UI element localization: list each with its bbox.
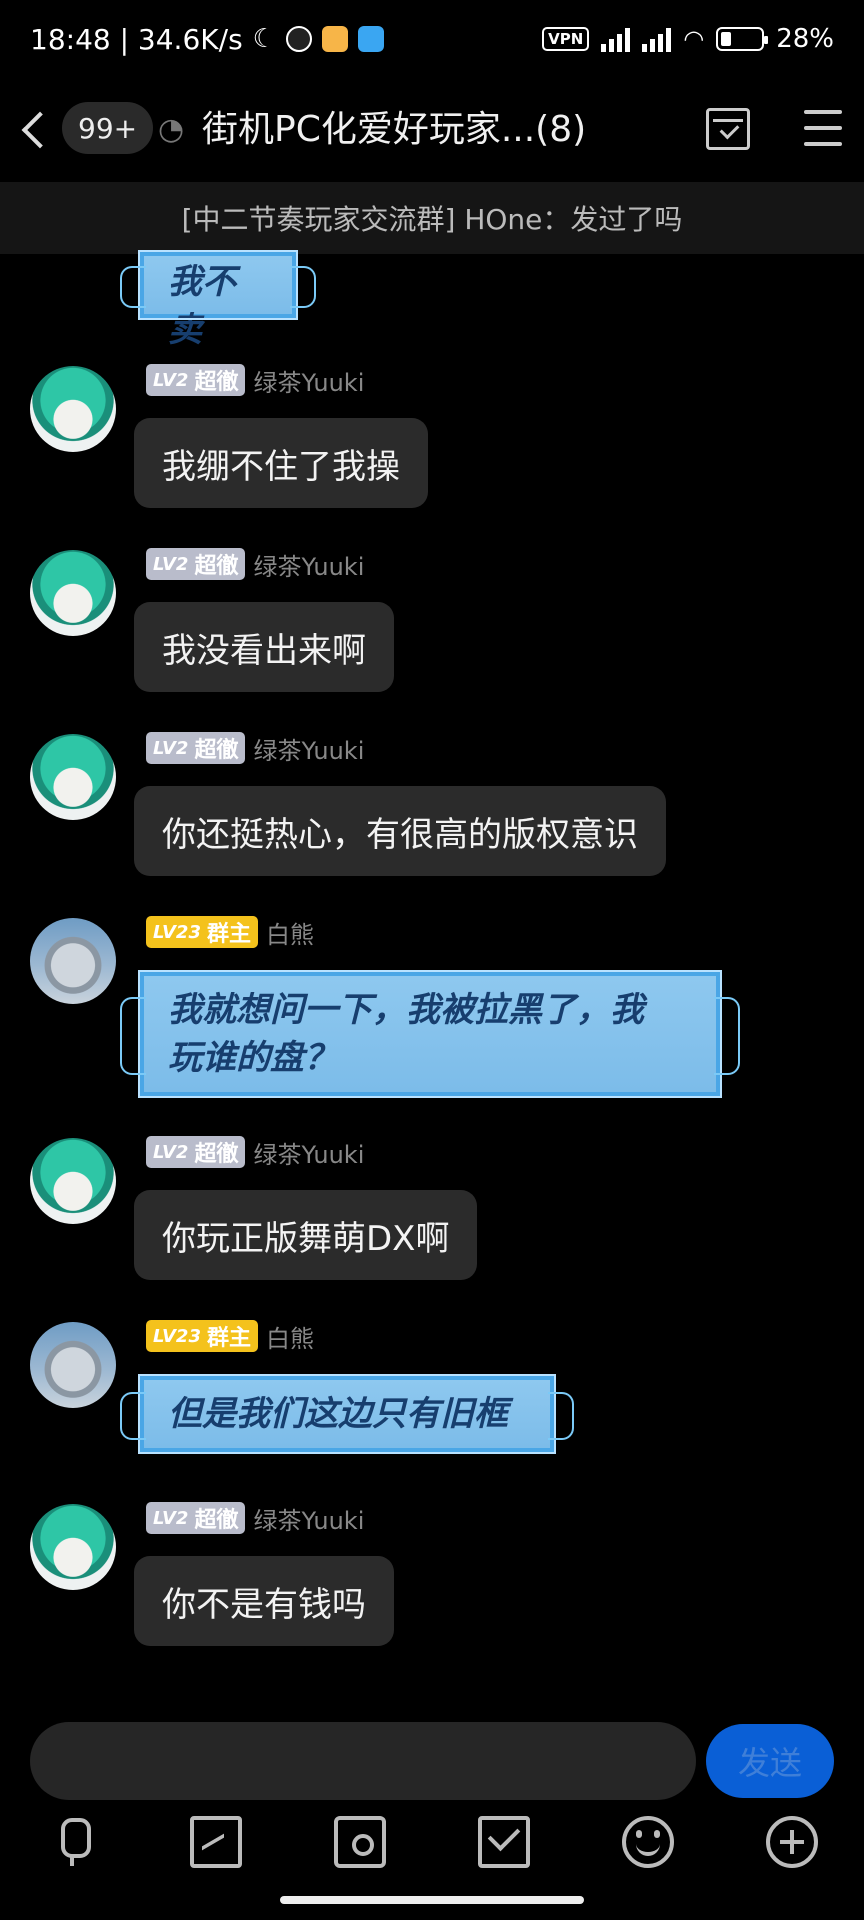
level-badge: LV2 超徹 [146,732,246,764]
battery-icon [716,27,769,51]
message-text: 我不卖 [168,262,236,350]
camera-icon[interactable] [334,1816,386,1868]
emoji-icon[interactable] [622,1816,674,1868]
message-bubble[interactable]: 我绷不住了我操 [134,418,428,508]
group-notice-bar[interactable]: [中二节奏玩家交流群] HOne：发过了吗 [0,182,864,254]
avatar[interactable] [30,1322,116,1408]
notes-app-icon [321,26,348,52]
chat-header: 99+ ◔ 街机PC化爱好玩家...(8) [0,78,864,182]
menu-icon[interactable] [804,110,842,146]
chat-app-icon [357,26,384,52]
avatar[interactable] [30,734,116,820]
image-icon[interactable] [190,1816,242,1868]
message-text: 但是我们这边只有旧框 [168,1394,508,1434]
home-indicator[interactable] [280,1896,584,1904]
avatar[interactable] [30,1138,116,1224]
signal-2-icon [642,26,672,52]
back-icon[interactable] [10,100,60,160]
level-badge: LV2 超徹 [146,364,246,396]
sender-name[interactable]: 绿茶Yuuki [253,547,364,582]
signal-1-icon [601,26,631,52]
sender-name[interactable]: 绿茶Yuuki [253,1135,364,1170]
level-badge: LV2 超徹 [146,548,246,580]
sender-name[interactable]: 绿茶Yuuki [253,363,364,398]
mask-bubble[interactable]: 我不卖 [120,250,316,350]
message-bubble[interactable]: 你还挺热心，有很高的版权意识 [134,786,666,876]
sender-name[interactable]: 绿茶Yuuki [253,1501,364,1536]
message-text: 我绷不住了我操 [162,446,400,487]
avatar[interactable] [30,550,116,636]
mask-bubble[interactable]: 但是我们这边只有旧框 [120,1374,574,1454]
battery-percent: 28% [776,24,834,54]
message-input[interactable] [30,1722,696,1800]
level-badge: LV23 群主 [146,1320,258,1352]
avatar[interactable] [30,1504,116,1590]
red-packet-icon[interactable] [478,1816,530,1868]
notice-text: [中二节奏玩家交流群] HOne：发过了吗 [181,203,683,236]
mic-icon[interactable] [46,1816,98,1868]
sender-name[interactable]: 白熊 [266,1319,314,1354]
mask-bubble[interactable]: 我就想问一下，我被拉黑了，我 玩谁的盘？ [120,970,740,1098]
sender-name[interactable]: 白熊 [266,915,314,950]
unread-badge[interactable]: 99+ [62,102,154,154]
message-bubble[interactable]: 我没看出来啊 [134,602,394,692]
status-time-speed: 18:48 | 34.6K/s [30,22,243,56]
avatar[interactable] [30,918,116,1004]
send-button[interactable]: 发送 [706,1724,834,1798]
qq-icon [285,26,312,52]
message-text-line: 玩谁的盘？ [168,1038,338,1078]
level-badge: LV2 超徹 [146,1136,246,1168]
group-title[interactable]: 街机PC化爱好玩家...(8) [202,102,622,158]
avatar[interactable] [30,366,116,452]
vpn-badge: VPN [542,27,590,51]
earpiece-mode-icon[interactable]: ◔ [158,112,188,150]
plus-icon[interactable] [766,1816,818,1868]
status-bar: 18:48 | 34.6K/s ☾ VPN ◠ 28% [0,0,864,78]
sender-name[interactable]: 绿茶Yuuki [253,731,364,766]
message-text: 你不是有钱吗 [162,1584,366,1625]
moon-icon: ☾ [252,24,276,54]
message-bubble[interactable]: 你不是有钱吗 [134,1556,394,1646]
level-badge: LV23 群主 [146,916,258,948]
message-text: 你玩正版舞萌DX啊 [162,1218,450,1259]
wifi-icon: ◠ [683,25,705,53]
message-text-line: 我就想问一下，我被拉黑了，我 [168,990,644,1030]
message-text: 你还挺热心，有很高的版权意识 [162,814,638,855]
level-badge: LV2 超徹 [146,1502,246,1534]
input-toolbar [0,1804,864,1878]
message-text: 我没看出来啊 [162,630,366,671]
message-bubble[interactable]: 你玩正版舞萌DX啊 [134,1190,478,1280]
checkin-calendar-icon[interactable] [706,108,750,150]
